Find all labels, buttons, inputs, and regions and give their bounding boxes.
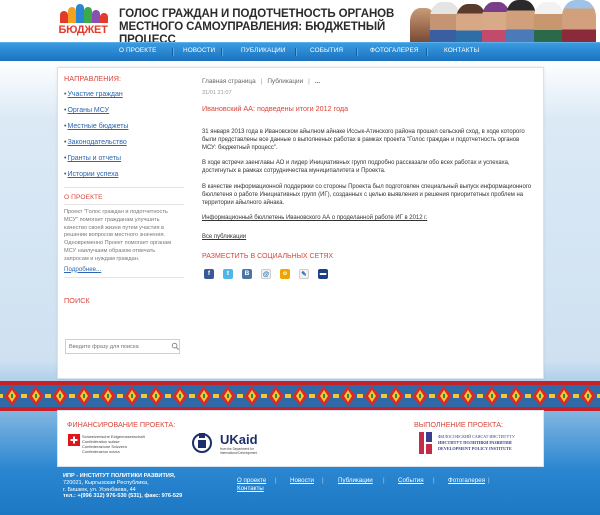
footer-phone: тел.: +(996 312) 976-530 (531), факс: 97…: [63, 493, 183, 500]
sidebar: НАПРАВЛЕНИЯ: •Участие граждан •Органы МС…: [64, 74, 184, 305]
site-header: БЮДЖЕТ ГОЛОС ГРАЖДАН И ПОДОТЧЕТНОСТЬ ОРГ…: [0, 0, 600, 46]
about-text: Проект "Голос граждан и подотчетность МС…: [64, 209, 172, 262]
nav-item-events[interactable]: СОБЫТИЯ: [310, 47, 343, 54]
royal-crest-icon: [192, 433, 212, 453]
nav-item-news[interactable]: НОВОСТИ: [183, 47, 215, 54]
swiss-logo[interactable]: Schweizerische Eidgenossenschaft Confédé…: [68, 434, 183, 458]
share-row: f t B @ o ✎ ▬: [202, 269, 532, 281]
dpi-text: ФИЛОСОФСКИЙ САЯСАТ ИНСТИТУТУ ИНСТИТУТ ПО…: [438, 434, 515, 451]
swiss-text: Schweizerische Eidgenossenschaft Confédé…: [82, 434, 145, 454]
article-title: Ивановский АА: подведены итоги 2012 года: [202, 104, 349, 113]
sidebar-item-citizens[interactable]: Участие граждан: [67, 91, 122, 98]
sidebar-item-grants[interactable]: Гранты и отчеты: [67, 155, 121, 162]
article-paragraph: В ходе встречи заенглавы АО и лидер Иниц…: [202, 160, 510, 175]
ukaid-text: UKaid: [220, 432, 258, 447]
list-item: •Законодательство: [64, 139, 127, 146]
nav-item-gallery[interactable]: ФОТОГАЛЕРЕЯ: [370, 47, 419, 54]
nav-item-contacts[interactable]: КОНТАКТЫ: [444, 47, 479, 54]
article-content: Главная страница | Публикации |... 31/01 21…: [202, 78, 532, 281]
ukaid-subtext: from the Department for International De…: [220, 447, 258, 455]
dpi-emblem-icon: [419, 432, 432, 454]
list-item: •Участие граждан: [64, 91, 123, 98]
sidebar-item-lsg-bodies[interactable]: Органы МСУ: [67, 107, 109, 114]
about-heading: О ПРОЕКТЕ: [64, 194, 103, 201]
dpi-logo[interactable]: ФИЛОСОФСКИЙ САЯСАТ ИНСТИТУТУ ИНСТИТУТ ПО…: [417, 424, 522, 460]
more-link[interactable]: Подробнее...: [64, 266, 101, 273]
article-paragraph: В качестве информационной поддержки со с…: [202, 183, 532, 206]
sidebar-item-legislation[interactable]: Законодательство: [67, 139, 126, 146]
search-icon[interactable]: [171, 342, 180, 351]
list-item: •Истории успеха: [64, 171, 119, 178]
footer-link-contacts[interactable]: Контакты: [237, 485, 264, 492]
footer-address: ИПР - ИНСТИТУТ ПОЛИТИКИ РАЗВИТИЯ, 720021…: [63, 473, 203, 500]
divider: [64, 276, 184, 278]
search-input[interactable]: [65, 339, 180, 354]
list-item: •Органы МСУ: [64, 107, 110, 114]
footer-link-gallery[interactable]: Фотогалерея: [448, 477, 485, 484]
all-publications-link[interactable]: Все публикации: [202, 234, 246, 240]
sidebar-item-success-stories[interactable]: Истории успеха: [67, 171, 118, 178]
myspace-icon[interactable]: ▬: [318, 269, 328, 280]
nav-item-publications[interactable]: ПУБЛИКАЦИИ: [241, 47, 286, 54]
swiss-cross-icon: [68, 434, 80, 446]
logo-people-icon: [58, 3, 108, 23]
breadcrumb-publications[interactable]: Публикации: [267, 78, 303, 85]
nav-item-about[interactable]: О ПРОЕКТЕ: [119, 47, 156, 54]
divider: [64, 187, 184, 188]
odnoklassniki-icon[interactable]: o: [280, 269, 290, 280]
breadcrumb: Главная страница | Публикации |...: [202, 78, 321, 85]
article-date: 31/01 21:07: [202, 90, 232, 96]
search-heading: ПОИСК: [64, 295, 90, 305]
site-logo[interactable]: БЮДЖЕТ: [56, 3, 110, 39]
site-title-line1: ГОЛОС ГРАЖДАН И ПОДОТЧЕТНОСТЬ ОРГАНОВ: [119, 8, 395, 20]
article-paragraph: 31 января 2013 года в Ивановском айылном…: [202, 129, 525, 151]
footer-link-publications[interactable]: Публикации: [338, 477, 373, 484]
footer-link-about[interactable]: О проекте: [237, 477, 266, 484]
main-nav: О ПРОЕКТЕ НОВОСТИ ПУБЛИКАЦИИ СОБЫТИЯ ФОТ…: [0, 42, 600, 61]
sidebar-item-local-budgets[interactable]: Местные бюджеты: [67, 123, 128, 130]
divider: [64, 204, 184, 205]
footer-link-news[interactable]: Новости: [290, 477, 314, 484]
bulletin-link[interactable]: Информационный бюллетень Ивановского АА …: [202, 215, 427, 221]
directions-list: •Участие граждан •Органы МСУ •Местные бю…: [64, 87, 184, 183]
list-item: •Местные бюджеты: [64, 123, 129, 130]
list-item: •Гранты и отчеты: [64, 155, 122, 162]
share-heading: РАЗМЕСТИТЬ В СОЦИАЛЬНЫХ СЕТЯХ: [202, 253, 334, 261]
vkontakte-icon[interactable]: B: [242, 269, 252, 280]
breadcrumb-home[interactable]: Главная страница: [202, 78, 256, 85]
mail-ru-icon[interactable]: @: [261, 269, 271, 280]
funding-heading: ФИНАНСИРОВАНИЕ ПРОЕКТА:: [67, 420, 176, 429]
footer-org: ИПР - ИНСТИТУТ ПОЛИТИКИ РАЗВИТИЯ,: [63, 473, 176, 479]
ukaid-logo[interactable]: UKaid from the Department for Internatio…: [190, 430, 270, 458]
twitter-icon[interactable]: t: [223, 269, 233, 280]
directions-heading: НАПРАВЛЕНИЯ:: [64, 74, 122, 83]
livejournal-icon[interactable]: ✎: [299, 269, 309, 280]
ornament-band: [0, 381, 600, 411]
footer-link-events[interactable]: События: [398, 477, 424, 484]
breadcrumb-current: ...: [314, 78, 321, 85]
logo-text: БЮДЖЕТ: [58, 24, 108, 36]
footer-addr1: 720021, Кыргызская Республика,: [63, 479, 149, 486]
facebook-icon[interactable]: f: [204, 269, 214, 280]
header-photo-collage: [406, 0, 600, 42]
